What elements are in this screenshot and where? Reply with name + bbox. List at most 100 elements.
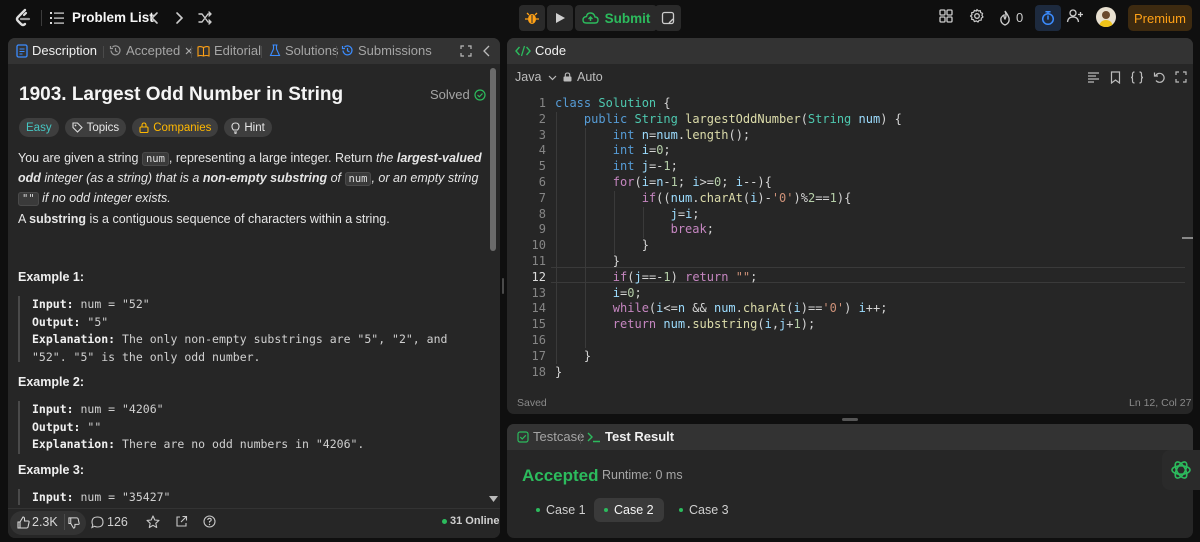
line-numbers: 1 2 3 4 5 6 7 8 9 10 11 12 13 14 15 16 17 18 [531, 96, 546, 379]
tab-code[interactable]: Code [515, 43, 566, 58]
ai-assistant-button[interactable] [1162, 450, 1200, 490]
submit-button[interactable]: Submit [575, 5, 657, 31]
hint-label: Hint [244, 121, 265, 134]
braces-icon[interactable] [1130, 71, 1144, 84]
format-align-icon[interactable] [1087, 72, 1100, 83]
comment-icon[interactable] [91, 516, 104, 529]
language-selector[interactable]: Java [515, 70, 557, 84]
shuffle-icon[interactable] [196, 9, 214, 27]
topics-tag[interactable]: Topics [64, 118, 127, 137]
tab-editorial-label: Editorial [214, 43, 261, 58]
statement-text: , representing a large integer. Return [168, 151, 376, 165]
next-problem-icon[interactable] [170, 9, 188, 27]
tab-submissions[interactable]: Submissions [341, 43, 432, 58]
case-label: Case 2 [614, 503, 654, 517]
history-icon [109, 44, 122, 57]
run-button[interactable] [547, 5, 573, 31]
difficulty-badge[interactable]: Easy [19, 118, 59, 137]
pass-dot [679, 508, 683, 512]
user-avatar[interactable] [1096, 7, 1116, 27]
statement-emphasis: if no odd integer exists. [38, 191, 171, 205]
fullscreen-icon[interactable] [1175, 71, 1187, 83]
bookmark-icon[interactable] [1110, 71, 1121, 84]
layout-icon[interactable] [938, 8, 954, 24]
statement-emphasis: integer (as a string) that is a [40, 171, 203, 185]
case-tab-2[interactable]: Case 2 [594, 498, 664, 522]
autosave-mode[interactable]: Auto [563, 70, 603, 84]
tab-divider [580, 432, 581, 444]
timer-button[interactable] [1035, 5, 1061, 31]
submit-label: Submit [604, 10, 651, 26]
star-icon[interactable] [146, 515, 160, 529]
statement-emphasis: of [327, 171, 345, 185]
save-status: Saved [517, 397, 547, 409]
top-nav: Problem List Submit 0 Premium [0, 0, 1200, 36]
tag-icon [72, 122, 83, 133]
result-panel-tabs: Testcase Test Result [507, 424, 1193, 450]
hint-tag[interactable]: Hint [224, 118, 272, 137]
pass-dot [536, 508, 540, 512]
maximize-icon[interactable] [460, 45, 472, 57]
document-icon [16, 43, 28, 58]
comment-count[interactable]: 126 [107, 515, 128, 529]
statement-strong: substring [29, 212, 87, 226]
tab-accepted-label: Accepted [126, 43, 181, 58]
example-output: Output: "" [32, 419, 102, 434]
fire-icon [998, 10, 1012, 26]
thumbs-up-icon[interactable] [17, 516, 30, 529]
runtime: Runtime: 0 ms [602, 468, 683, 482]
statement-strong: non-empty substring [202, 171, 328, 185]
tab-test-result-label: Test Result [605, 429, 675, 444]
description-scrollbar[interactable] [490, 68, 496, 251]
horizontal-resizer[interactable] [842, 418, 858, 421]
debug-button[interactable] [519, 5, 545, 31]
solved-label: Solved [430, 87, 470, 102]
problem-list-link[interactable]: Problem List [72, 10, 154, 25]
list-icon[interactable] [50, 11, 64, 25]
case-tab-1[interactable]: Case 1 [526, 498, 596, 522]
statement-emphasis: the [375, 151, 397, 165]
tab-editorial[interactable]: Editorial [197, 43, 261, 58]
code-editor[interactable]: class Solution { public String largestOd… [555, 96, 902, 380]
add-friend-icon[interactable] [1066, 8, 1084, 24]
streak-count: 0 [1016, 10, 1024, 25]
tab-description[interactable]: Description [16, 43, 97, 58]
scroll-down-icon[interactable] [489, 496, 498, 502]
tab-test-result[interactable]: Test Result [587, 429, 674, 444]
companies-tag[interactable]: Companies [132, 118, 219, 137]
lock-icon [139, 122, 149, 133]
example-input: Input: num = "4206" [32, 402, 164, 416]
lightbulb-icon [231, 121, 240, 134]
close-icon[interactable] [184, 46, 194, 56]
example-box: Input: num = "52" Output: "5" Explanatio… [18, 296, 488, 364]
tab-accepted[interactable]: Accepted [109, 43, 194, 58]
left-panel-tabs: Description Accepted Editorial Solutions [8, 38, 500, 64]
premium-button[interactable]: Premium [1128, 5, 1192, 31]
online-indicator [442, 519, 447, 524]
reset-icon[interactable] [1153, 71, 1166, 84]
streak-counter[interactable]: 0 [998, 10, 1023, 26]
check-circle-icon [474, 88, 486, 101]
tab-description-label: Description [32, 43, 98, 58]
notes-button[interactable] [655, 5, 681, 31]
tab-testcase[interactable]: Testcase [517, 429, 584, 444]
leetcode-logo[interactable] [12, 7, 34, 29]
tab-solutions-label: Solutions [285, 43, 339, 58]
run-toolbar: Submit [519, 5, 657, 31]
tab-solutions[interactable]: Solutions [269, 43, 338, 58]
collapse-panel-icon[interactable] [482, 45, 492, 57]
tab-divider [103, 46, 104, 58]
problem-title: 1903. Largest Odd Number in String [19, 84, 344, 105]
lock-icon [563, 72, 572, 82]
example-heading: Example 1: [18, 270, 85, 284]
settings-gear-icon[interactable] [969, 8, 985, 24]
prev-problem-icon[interactable] [146, 9, 164, 27]
share-icon[interactable] [175, 515, 188, 528]
flask-icon [269, 44, 281, 57]
like-count: 2.3K [32, 515, 58, 529]
thumbs-down-icon[interactable] [68, 517, 80, 529]
vertical-resizer[interactable] [502, 278, 504, 294]
case-tab-3[interactable]: Case 3 [669, 498, 739, 522]
help-icon[interactable] [203, 515, 216, 528]
chatgpt-icon [1169, 458, 1193, 482]
